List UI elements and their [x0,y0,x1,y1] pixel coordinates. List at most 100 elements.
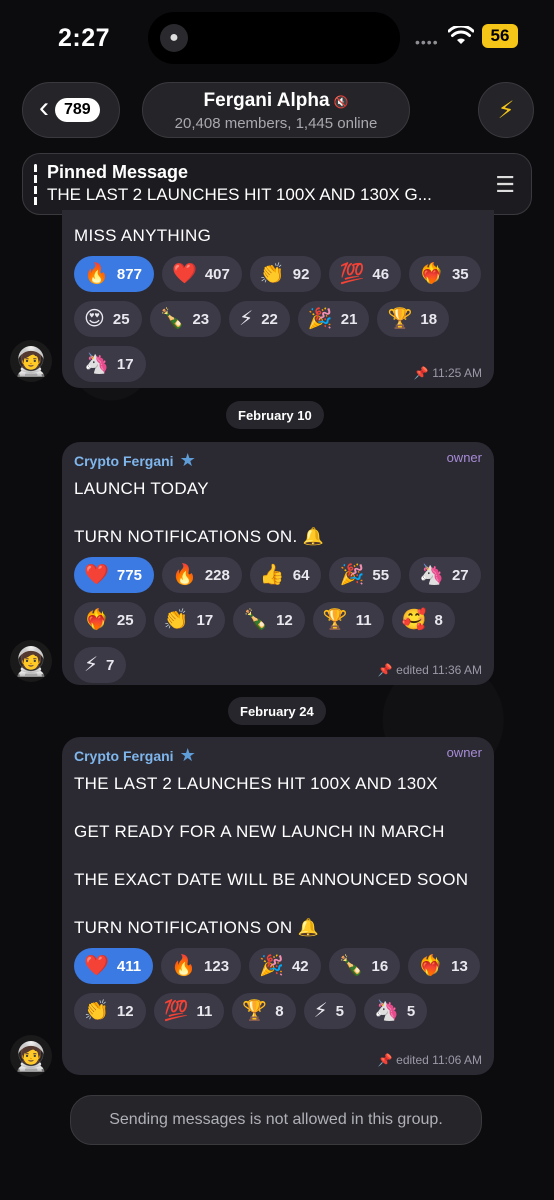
reaction-emoji: 🎉 [259,955,284,977]
reaction-chip[interactable]: 💯 11 [153,993,225,1029]
reaction-chip[interactable]: ❤️‍🔥 35 [409,256,481,292]
reaction-emoji: 🦄 [374,1000,399,1022]
reaction-chip[interactable]: 😍 25 [74,301,142,337]
reaction-count: 25 [116,611,134,629]
reaction-count: 46 [372,265,390,283]
reaction-chip[interactable]: 👍 64 [249,557,322,593]
reaction-emoji: 🏆 [322,609,348,631]
back-button[interactable]: ‹ 789 [22,82,120,138]
reaction-count: 228 [204,566,230,584]
reaction-chip[interactable]: 🍾 12 [233,602,305,638]
unread-count-badge: 789 [55,98,100,122]
date-separator: February 24 [228,697,326,725]
message-text: LAUNCH TODAY TURN NOTIFICATIONS ON. 🔔 [74,477,482,549]
reaction-chip[interactable]: ⚡ 7 [74,647,127,683]
muted-icon: 🔇 [333,95,349,109]
reaction-count: 411 [116,957,142,975]
reaction-chip[interactable]: 🔥 123 [161,948,242,984]
reaction-chip[interactable]: 🏆 8 [232,993,296,1029]
reaction-chip[interactable]: 🎉 21 [297,301,370,337]
reaction-chip[interactable]: ⚡ 22 [229,301,290,337]
reaction-count: 92 [292,265,310,283]
battery-indicator: 56 [482,24,518,48]
reaction-emoji: 🔥 [84,263,109,285]
reaction-count: 11 [355,611,372,629]
pinned-indicator [34,164,37,206]
pinned-text: THE LAST 2 LAUNCHES HIT 100X AND 130X G.… [47,185,432,204]
message-line: THE LAST 2 LAUNCHES HIT 100X AND 130X [74,774,438,793]
message-text: THE LAST 2 LAUNCHES HIT 100X AND 130X GET… [74,772,482,940]
reaction-count: 7 [106,656,115,674]
reaction-chip[interactable]: ❤️‍🔥 13 [408,948,480,984]
avatar[interactable]: 🧑‍🚀 [10,1035,52,1077]
chat-title: Fergani Alpha [203,90,330,111]
message-line: THE EXACT DATE WILL BE ANNOUNCED SOON [74,870,469,889]
role-badge: owner [446,745,482,760]
reaction-emoji: ❤️ [171,263,197,285]
message-line [74,501,482,525]
avatar[interactable]: 🧑‍🚀 [10,640,52,682]
reaction-count: 21 [340,310,358,328]
reaction-chip[interactable]: ❤️ 411 [74,948,154,984]
sender-name[interactable]: Crypto Fergani ★ [74,745,482,766]
reaction-emoji: ❤️ [84,564,109,586]
reaction-chip[interactable]: 👏 92 [249,256,322,292]
message-text: MISS ANYTHING [74,224,482,248]
reaction-chip[interactable]: ❤️‍🔥 25 [74,602,146,638]
message-line [74,796,482,820]
reaction-chip[interactable]: 🦄 5 [364,993,428,1029]
reaction-emoji: ❤️‍🔥 [419,263,444,285]
reaction-count: 23 [192,310,210,328]
reaction-count: 8 [275,1002,284,1020]
reaction-chip[interactable]: 💯 46 [329,256,402,292]
reactions-list: ❤️ 411 🔥 123 🎉 42 🍾 16 ❤️‍🔥 13 👏 12 💯 11 🏆 8 ⚡ 5 🦄 5 [74,948,484,1029]
reaction-emoji: 🍾 [159,308,185,330]
lightning-icon[interactable]: ⚡ [478,82,534,138]
reaction-chip[interactable]: ❤️ 407 [161,256,242,292]
reaction-emoji: 👍 [259,564,285,586]
reaction-count: 5 [406,1002,416,1020]
reaction-chip[interactable]: 👏 17 [153,602,226,638]
reaction-chip[interactable]: 👏 12 [74,993,146,1029]
role-badge: owner [446,450,482,465]
reaction-chip[interactable]: 🍾 23 [149,301,222,337]
reaction-count: 5 [335,1002,344,1020]
pinned-message-bar[interactable]: Pinned Message THE LAST 2 LAUNCHES HIT 1… [22,153,532,215]
message-line [74,844,482,868]
reaction-chip[interactable]: 🔥 228 [161,557,242,593]
pinned-title: Pinned Message [47,162,189,182]
message-bubble[interactable]: Crypto Fergani ★ owner LAUNCH TODAY TURN N… [62,442,494,685]
reaction-emoji: ❤️‍🔥 [418,955,444,977]
date-separator: February 10 [226,401,324,429]
message-meta: 📌 11:25 AM [413,366,482,380]
reaction-emoji: 👏 [163,609,189,631]
reaction-emoji: 😍 [84,308,105,330]
reaction-chip[interactable]: 🦄 27 [409,557,481,593]
reaction-chip[interactable]: ⚡ 5 [303,993,356,1029]
reaction-chip[interactable]: 🥰 8 [391,602,455,638]
reaction-chip[interactable]: 🦄 17 [74,346,146,382]
message-meta: 📌 edited 11:06 AM [377,1053,482,1067]
reaction-chip[interactable]: 🔥 877 [74,256,154,292]
chat-title-button[interactable]: Fergani Alpha 🔇 20,408 members, 1,445 onl… [142,82,410,138]
sender-name[interactable]: Crypto Fergani ★ [74,450,482,471]
reaction-count: 877 [116,265,142,283]
message-meta: 📌 edited 11:36 AM [377,663,482,677]
reaction-emoji: 💯 [163,1000,189,1022]
reaction-chip[interactable]: 🏆 11 [312,602,384,638]
reaction-chip[interactable]: ❤️ 775 [74,557,154,593]
reaction-count: 27 [451,566,469,584]
message-bubble[interactable]: MISS ANYTHING 🔥 877 ❤️ 407 👏 92 💯 46 ❤️‍🔥 35 😍 25 🍾 2… [62,210,494,388]
reaction-chip[interactable]: 🎉 42 [249,948,321,984]
reaction-emoji: 🥰 [401,609,427,631]
message-bubble[interactable]: Crypto Fergani ★ owner THE LAST 2 LAUNCHE… [62,737,494,1075]
wifi-icon [448,26,474,44]
reaction-count: 42 [291,957,309,975]
pin-list-icon[interactable]: ☰ [495,172,515,198]
reaction-count: 55 [372,566,390,584]
chat-subtitle: 20,408 members, 1,445 online [174,115,378,132]
reaction-chip[interactable]: 🏆 18 [377,301,450,337]
reaction-chip[interactable]: 🍾 16 [328,948,401,984]
avatar[interactable]: 🧑‍🚀 [10,340,52,382]
reaction-chip[interactable]: 🎉 55 [329,557,402,593]
